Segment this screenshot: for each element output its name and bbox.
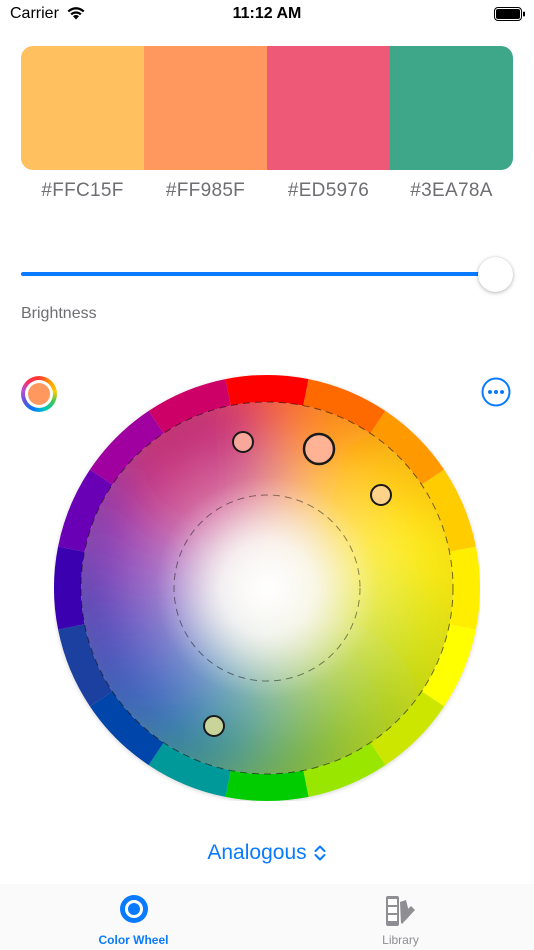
tab-label-library: Library (382, 933, 419, 947)
tab-color-wheel[interactable]: Color Wheel (0, 884, 267, 950)
palette-swatch-4[interactable] (390, 46, 513, 170)
palette-swatch-1[interactable] (21, 46, 144, 170)
harmony-selector[interactable]: Analogous (0, 841, 534, 865)
color-palette (21, 46, 513, 170)
tab-library[interactable]: Library (267, 884, 534, 950)
brightness-label: Brightness (21, 305, 97, 322)
hue-segment[interactable] (449, 546, 480, 630)
hex-code-3[interactable]: #ED5976 (267, 180, 390, 202)
tab-bar: Color Wheel Library (0, 884, 534, 950)
color-wheel-icon (119, 895, 148, 923)
color-handle-primary[interactable] (302, 432, 336, 466)
color-handle-3[interactable] (203, 715, 225, 737)
status-time: 11:12 AM (232, 5, 302, 22)
hex-code-row: #FFC15F #FF985F #ED5976 #3EA78A (21, 180, 513, 202)
brightness-slider-track[interactable] (21, 272, 499, 276)
palette-swatch-2[interactable] (144, 46, 267, 170)
color-handle-2[interactable] (370, 484, 392, 506)
brightness-slider-thumb[interactable] (478, 257, 513, 292)
ellipsis-circle-icon[interactable] (481, 377, 511, 407)
hue-segment[interactable] (225, 770, 309, 801)
hue-segment[interactable] (54, 546, 85, 630)
hex-code-4[interactable]: #3EA78A (390, 180, 513, 202)
chevron-up-down-icon (314, 845, 326, 861)
color-wheel[interactable] (54, 375, 480, 801)
color-handle-1[interactable] (232, 431, 254, 453)
hex-code-2[interactable]: #FF985F (144, 180, 267, 202)
swatch-book-icon (385, 896, 415, 926)
tab-label-color-wheel: Color Wheel (98, 933, 169, 947)
selected-color-button[interactable] (21, 376, 57, 412)
hue-segment[interactable] (225, 375, 309, 406)
harmony-label: Analogous (207, 841, 307, 864)
status-bar: Carrier 11:12 AM (0, 0, 534, 30)
battery-icon (494, 7, 525, 21)
palette-swatch-3[interactable] (267, 46, 390, 170)
hex-code-1[interactable]: #FFC15F (21, 180, 144, 202)
color-swatch-icon (28, 383, 50, 405)
